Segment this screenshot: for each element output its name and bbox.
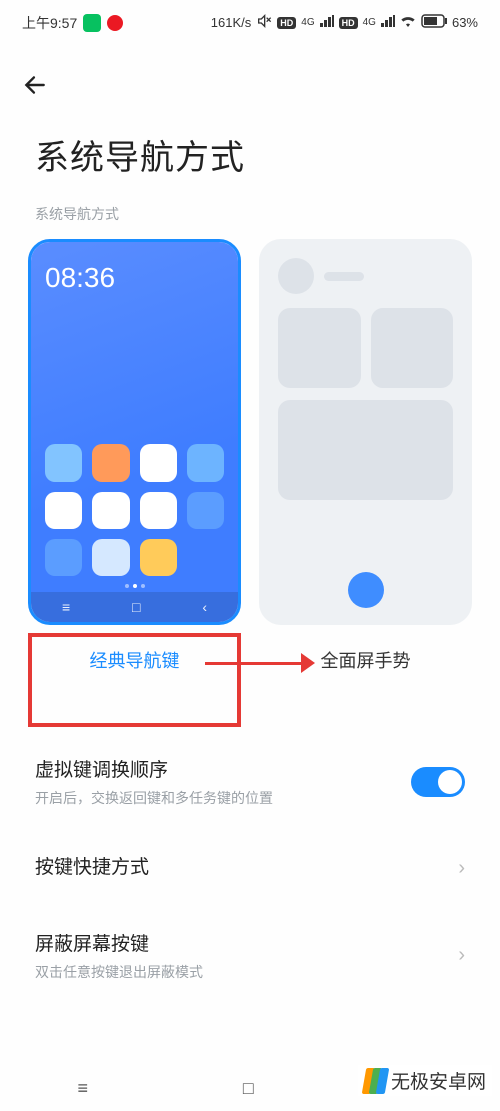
status-bar: 上午9:57 161K/s HD 4G HD 4G 63% <box>0 0 500 45</box>
setting-title: 屏蔽屏幕按键 <box>35 929 458 956</box>
block-placeholder <box>278 400 453 500</box>
hd2-icon: HD <box>339 17 358 29</box>
watermark-text: 无极安卓网 <box>391 1067 486 1094</box>
option-classic-nav[interactable]: 08:36 ≡ □ <box>28 239 241 673</box>
gesture-preview <box>259 239 472 625</box>
wifi-icon <box>400 15 416 30</box>
sim2-4g: 4G <box>363 17 376 28</box>
app-icon <box>140 492 177 529</box>
battery-icon <box>421 14 447 31</box>
status-left: 上午9:57 <box>22 13 123 33</box>
app-icon <box>140 444 177 481</box>
page-dots <box>31 584 238 588</box>
app-icon <box>45 539 82 576</box>
setting-title: 虚拟键调换顺序 <box>35 755 411 782</box>
preview-app-grid <box>45 444 224 576</box>
setting-sub: 双击任意按键退出屏蔽模式 <box>35 962 458 982</box>
setting-key-shortcut[interactable]: 按键快捷方式 › <box>35 830 465 907</box>
hd-icon: HD <box>277 17 296 29</box>
app-icon <box>187 492 224 529</box>
mute-icon <box>256 13 272 32</box>
battery-pct: 63% <box>452 15 478 30</box>
app-icon <box>140 539 177 576</box>
home-icon: □ <box>132 599 140 615</box>
qq-icon <box>107 15 123 31</box>
classic-preview: 08:36 ≡ □ <box>28 239 241 625</box>
swap-order-toggle[interactable] <box>411 767 465 797</box>
sys-menu-button[interactable]: ≡ <box>77 1078 88 1099</box>
status-time: 上午9:57 <box>22 13 77 33</box>
option-gesture-label: 全面屏手势 <box>321 647 411 673</box>
app-icon <box>45 444 82 481</box>
watermark: 无极安卓网 <box>358 1065 492 1096</box>
menu-icon: ≡ <box>62 599 70 615</box>
status-right: 161K/s HD 4G HD 4G 63% <box>211 13 478 32</box>
back-icon: ‹ <box>202 599 207 615</box>
preview-time: 08:36 <box>45 262 224 294</box>
option-classic-label: 经典导航键 <box>90 647 180 673</box>
sim1-4g: 4G <box>301 17 314 28</box>
block-placeholder <box>371 308 454 388</box>
chevron-right-icon: › <box>458 944 465 967</box>
setting-hide-keys[interactable]: 屏蔽屏幕按键 双击任意按键退出屏蔽模式 › <box>35 907 465 1004</box>
avatar-placeholder <box>278 258 314 294</box>
app-icon <box>92 492 129 529</box>
chevron-right-icon: › <box>458 857 465 880</box>
signal2-icon <box>381 15 395 30</box>
app-icon <box>187 444 224 481</box>
signal1-icon <box>320 15 334 30</box>
back-button[interactable] <box>20 70 50 100</box>
preview-nav-bar: ≡ □ ‹ <box>31 592 238 622</box>
sys-home-button[interactable]: □ <box>243 1078 254 1099</box>
setting-title: 按键快捷方式 <box>35 852 458 879</box>
app-icon <box>92 539 129 576</box>
watermark-logo-icon <box>364 1068 385 1094</box>
preview-row <box>278 308 453 388</box>
setting-sub: 开启后，交换返回键和多任务键的位置 <box>35 788 411 808</box>
wechat-icon <box>83 14 101 32</box>
top-bar <box>0 45 500 100</box>
preview-header <box>278 258 453 294</box>
netspeed: 161K/s <box>211 15 251 30</box>
block-placeholder <box>278 308 361 388</box>
option-gesture-nav[interactable]: 全面屏手势 <box>259 239 472 673</box>
section-label: 系统导航方式 <box>0 204 500 239</box>
text-placeholder <box>324 272 364 281</box>
settings-list: 虚拟键调换顺序 开启后，交换返回键和多任务键的位置 按键快捷方式 › 屏蔽屏幕按… <box>0 733 500 1004</box>
app-icon <box>45 492 82 529</box>
app-icon <box>92 444 129 481</box>
gesture-dot-icon <box>348 572 384 608</box>
page-title: 系统导航方式 <box>0 100 500 204</box>
setting-swap-order[interactable]: 虚拟键调换顺序 开启后，交换返回键和多任务键的位置 <box>35 733 465 830</box>
nav-options: 08:36 ≡ □ <box>0 239 500 673</box>
